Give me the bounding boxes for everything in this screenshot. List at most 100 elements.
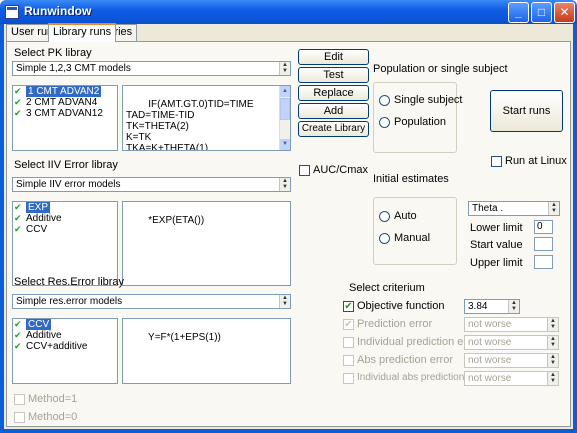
manual-label: Manual — [394, 232, 431, 244]
individual-abs-prediction-error-checkbox[interactable] — [343, 373, 354, 384]
objective-function-label: Objective function — [357, 300, 445, 312]
abs-prediction-error-value: not worse — [468, 355, 512, 366]
initial-estimates-group: Auto Manual — [373, 197, 457, 265]
spin-arrows-icon[interactable]: ▲ ▼ — [508, 300, 519, 313]
population-option-label: Population — [394, 116, 446, 128]
auto-radio[interactable] — [379, 211, 390, 222]
pk-library-select[interactable]: Simple 1,2,3 CMT models ▲ ▼ — [12, 61, 291, 76]
runwindow: Runwindow _ □ ✕ User runs Library runs S… — [0, 0, 577, 433]
res-model-list[interactable]: ✔ CCV ✔ Additive ✔ CCV+additive — [12, 318, 118, 384]
lower-limit-label: Lower limit — [470, 222, 523, 234]
check-icon[interactable]: ✔ — [14, 98, 23, 107]
spin-arrows-icon[interactable]: ▲ ▼ — [547, 336, 558, 349]
check-icon[interactable]: ✔ — [14, 203, 23, 212]
manual-radio[interactable] — [379, 233, 390, 244]
check-icon[interactable]: ✔ — [14, 87, 23, 96]
individual-prediction-error-checkbox[interactable] — [343, 337, 354, 348]
start-runs-button[interactable]: Start runs — [490, 90, 563, 132]
res-library-select[interactable]: Simple res.error models ▲ ▼ — [12, 294, 291, 309]
scroll-up-icon[interactable]: ▲ — [280, 86, 290, 97]
list-item[interactable]: ✔ 2 CMT ADVAN4 — [13, 97, 117, 108]
res-library-value: Simple res.error models — [16, 296, 123, 307]
prediction-error-select[interactable]: not worse ▲ ▼ — [464, 317, 559, 332]
method-0-label: Method=0 — [28, 411, 78, 423]
list-item[interactable]: ✔ 3 CMT ADVAN12 — [13, 108, 117, 119]
upper-limit-label: Upper limit — [470, 257, 523, 269]
criterium-label: Select criterium — [349, 282, 425, 294]
theta-select[interactable]: Theta . ▲ ▼ — [468, 201, 560, 216]
method-1-checkbox[interactable] — [14, 394, 25, 405]
spin-arrows-icon[interactable]: ▲ ▼ — [279, 295, 290, 308]
check-icon[interactable]: ✔ — [14, 342, 23, 351]
method-0-checkbox[interactable] — [14, 412, 25, 423]
individual-prediction-error-select[interactable]: not worse ▲ ▼ — [464, 335, 559, 350]
vertical-scrollbar[interactable]: ▲ ▼ — [279, 86, 290, 150]
pk-code-editor[interactable]: IF(AMT.GT.0)TID=TIME TAD=TIME-TID TK=THE… — [122, 85, 291, 151]
population-radio[interactable] — [379, 117, 390, 128]
abs-prediction-error-label: Abs prediction error — [357, 354, 453, 366]
prediction-error-checkbox[interactable]: ✔ — [343, 319, 354, 330]
single-subject-label: Single subject — [394, 94, 463, 106]
objective-function-value[interactable]: 3.84 ▲ ▼ — [464, 299, 520, 314]
res-code-editor[interactable]: Y=F*(1+EPS(1)) — [122, 318, 291, 384]
check-icon[interactable]: ✔ — [14, 214, 23, 223]
pk-library-value: Simple 1,2,3 CMT models — [16, 63, 131, 74]
iiv-model-list[interactable]: ✔ EXP ✔ Additive ✔ CCV — [12, 201, 118, 286]
initial-estimates-label: Initial estimates — [373, 173, 449, 185]
check-icon[interactable]: ✔ — [14, 109, 23, 118]
individual-abs-prediction-error-select[interactable]: not worse ▲ ▼ — [464, 371, 559, 386]
iiv-library-select[interactable]: Simple IIV error models ▲ ▼ — [12, 177, 291, 192]
minimize-button[interactable]: _ — [508, 2, 529, 23]
list-item[interactable]: ✔ Additive — [13, 213, 117, 224]
spin-arrows-icon[interactable]: ▲ ▼ — [279, 178, 290, 191]
population-group: Single subject Population — [373, 82, 463, 153]
run-linux-checkbox[interactable] — [491, 156, 502, 167]
list-item[interactable]: ✔ EXP — [13, 202, 117, 213]
add-button[interactable]: Add — [298, 103, 369, 119]
prediction-error-label: Prediction error — [357, 318, 433, 330]
scroll-down-icon[interactable]: ▼ — [280, 139, 290, 150]
iiv-code-text: *EXP(ETA()) — [148, 215, 205, 226]
pk-library-label: Select PK libray — [14, 47, 92, 59]
app-icon — [5, 5, 19, 19]
spin-arrows-icon[interactable]: ▲ ▼ — [548, 202, 559, 215]
auto-label: Auto — [394, 210, 417, 222]
lower-limit-input[interactable]: 0 — [534, 220, 553, 234]
library-runs-panel: Select PK libray Simple 1,2,3 CMT models… — [6, 41, 571, 427]
replace-button[interactable]: Replace — [298, 85, 369, 101]
objective-function-checkbox[interactable]: ✔ — [343, 301, 354, 312]
list-item[interactable]: ✔ CCV+additive — [13, 341, 117, 352]
create-library-button[interactable]: Create Library — [298, 121, 369, 137]
check-icon[interactable]: ✔ — [14, 225, 23, 234]
maximize-button[interactable]: □ — [531, 2, 552, 23]
spin-arrows-icon[interactable]: ▲ ▼ — [547, 372, 558, 385]
spin-arrows-icon[interactable]: ▲ ▼ — [547, 354, 558, 367]
auc-cmax-label: AUC/Cmax — [313, 164, 369, 176]
check-icon[interactable]: ✔ — [14, 331, 23, 340]
edit-button[interactable]: Edit — [298, 49, 369, 65]
list-item[interactable]: ✔ Additive — [13, 330, 117, 341]
scroll-thumb[interactable] — [280, 98, 290, 120]
single-subject-radio[interactable] — [379, 95, 390, 106]
abs-prediction-error-checkbox[interactable] — [343, 355, 354, 366]
iiv-code-editor[interactable]: *EXP(ETA()) — [122, 201, 291, 286]
close-button[interactable]: ✕ — [554, 2, 575, 23]
title-bar[interactable]: Runwindow _ □ ✕ — [0, 0, 577, 24]
list-item[interactable]: ✔ CCV — [13, 319, 117, 330]
tab-library-runs[interactable]: Library runs — [48, 23, 117, 42]
individual-abs-prediction-error-value: not worse — [468, 373, 512, 384]
pk-code-text: IF(AMT.GT.0)TID=TIME TAD=TIME-TID TK=THE… — [126, 99, 254, 151]
abs-prediction-error-select[interactable]: not worse ▲ ▼ — [464, 353, 559, 368]
list-item[interactable]: ✔ CCV — [13, 224, 117, 235]
upper-limit-input[interactable] — [534, 255, 553, 269]
check-icon[interactable]: ✔ — [14, 320, 23, 329]
spin-arrows-icon[interactable]: ▲ ▼ — [547, 318, 558, 331]
pk-model-list[interactable]: ✔ 1 CMT ADVAN2 ✔ 2 CMT ADVAN4 ✔ 3 CMT ADVAN… — [12, 85, 118, 151]
objective-function-text: 3.84 — [468, 301, 488, 312]
res-library-label: Select Res.Error libray — [14, 276, 125, 288]
list-item[interactable]: ✔ 1 CMT ADVAN2 — [13, 86, 117, 97]
test-button[interactable]: Test — [298, 67, 369, 83]
start-value-input[interactable] — [534, 237, 553, 251]
spin-arrows-icon[interactable]: ▲ ▼ — [279, 62, 290, 75]
auc-cmax-checkbox[interactable] — [299, 165, 310, 176]
